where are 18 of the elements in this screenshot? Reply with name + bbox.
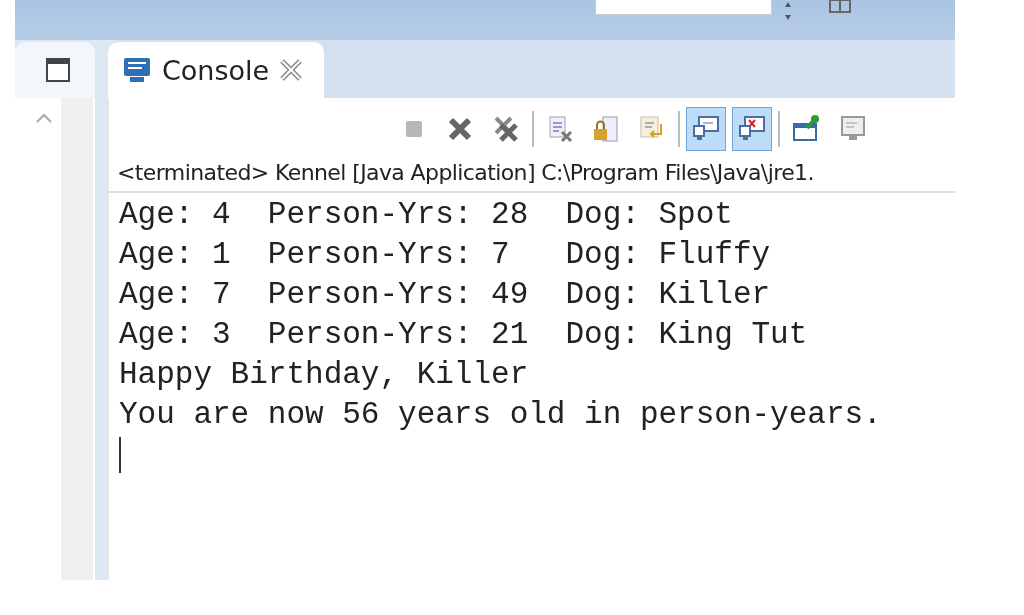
status-line: <terminated> Kennel [Java Application] C:\Program Files\Java\jre1. <box>109 155 955 193</box>
console-line: Age: 4 Person-Yrs: 28 Dog: Spot <box>119 196 734 234</box>
window-icon[interactable] <box>828 0 852 14</box>
console-line: Age: 3 Person-Yrs: 21 Dog: King Tut <box>119 316 809 354</box>
close-icon[interactable] <box>279 58 304 82</box>
console-line: You are now 56 years old in person-years. <box>119 396 883 434</box>
console-line: Age: 7 Person-Yrs: 49 Dog: Killer <box>119 276 772 314</box>
input-field[interactable] <box>595 0 772 15</box>
text-cursor <box>119 437 121 473</box>
console-error-icon[interactable] <box>732 107 772 151</box>
monitor-icon <box>122 56 152 84</box>
console-icon[interactable] <box>686 107 726 151</box>
spinner-icon[interactable] <box>784 0 792 22</box>
console-line: Age: 1 Person-Yrs: 7 Dog: Fluffy <box>119 236 772 274</box>
console-line: Happy Birthday, Killer <box>119 356 530 394</box>
console-tab[interactable]: Console <box>108 42 324 98</box>
chevron-up-icon[interactable] <box>35 112 53 124</box>
restore-icon[interactable] <box>45 57 71 83</box>
